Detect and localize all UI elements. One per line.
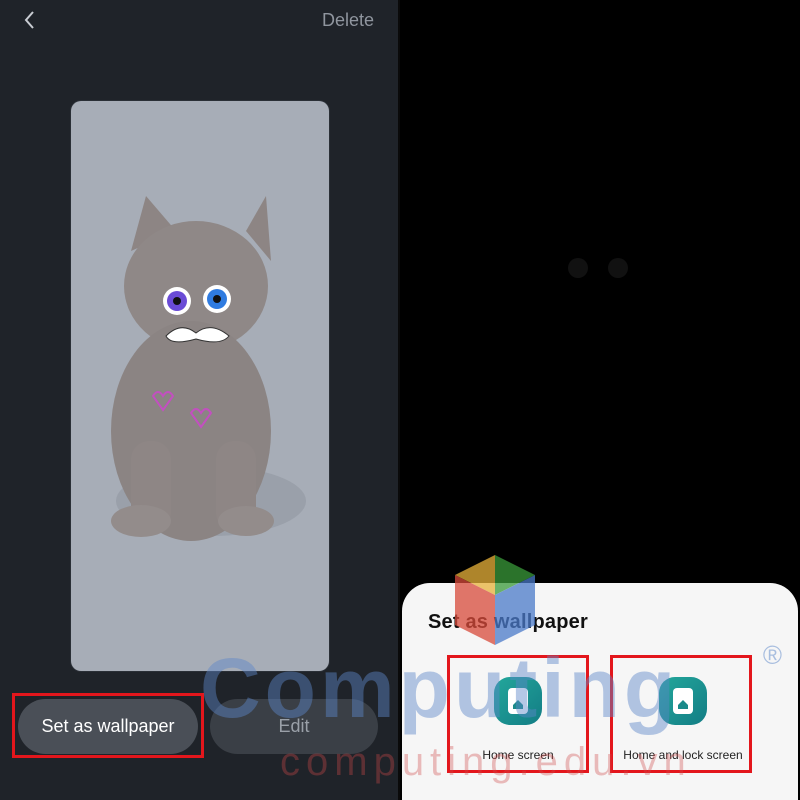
edit-button[interactable]: Edit <box>210 699 378 754</box>
brand-logo-icon <box>455 555 535 645</box>
wallpaper-preview <box>71 101 329 671</box>
left-panel: Delete Set as wallpaper Edit <box>0 0 400 800</box>
delete-button[interactable]: Delete <box>322 10 374 31</box>
highlight-box <box>12 693 204 758</box>
cat-image <box>111 196 306 541</box>
highlight-box <box>610 655 752 773</box>
back-icon[interactable] <box>18 8 42 32</box>
highlight-box <box>447 655 589 773</box>
faint-cat-eyes <box>568 258 628 278</box>
